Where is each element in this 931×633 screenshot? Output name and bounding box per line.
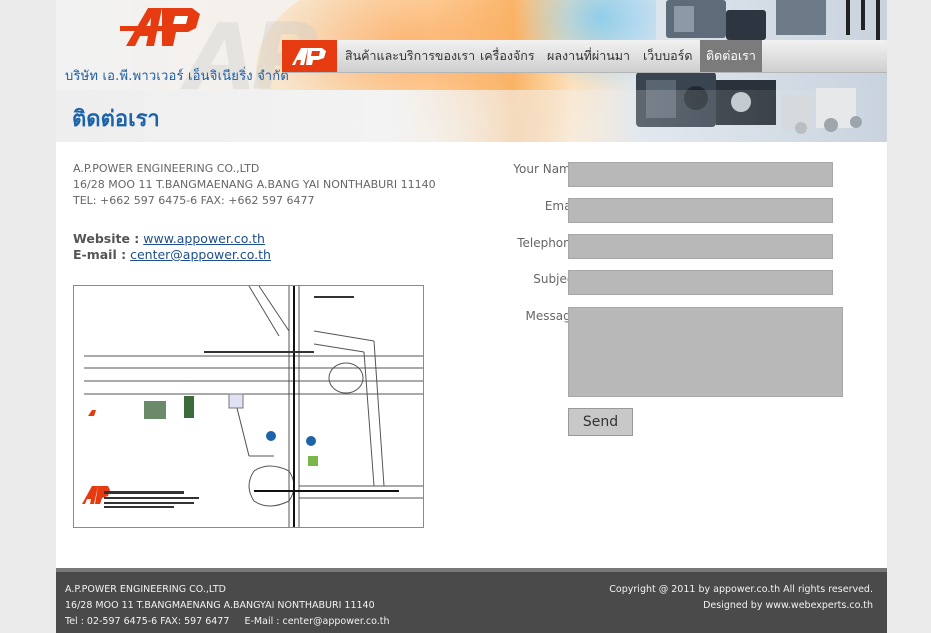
website-label: Website : bbox=[73, 231, 140, 246]
location-map bbox=[73, 285, 424, 528]
company-name-thai: บริษัท เอ.พี.พาวเวอร์ เอ็นจิเนียริ่ง จำก… bbox=[65, 69, 290, 84]
contact-address: 16/28 MOO 11 T.BANGMAENANG A.BANG YAI NO… bbox=[73, 178, 436, 191]
email-input[interactable] bbox=[568, 198, 833, 223]
footer-contact: A.P.POWER ENGINEERING CO.,LTD 16/28 MOO … bbox=[65, 582, 390, 630]
nav-logo[interactable] bbox=[282, 40, 337, 72]
email-link[interactable]: center@appower.co.th bbox=[130, 247, 271, 262]
header-banner: AP บริษัท เอ.พี.พาวเวอร์ เอ็นจิเนียริ่ง … bbox=[56, 0, 887, 142]
email-label: E-mail : bbox=[73, 247, 127, 262]
contact-tel: TEL: +662 597 6475-6 FAX: +662 597 6477 bbox=[73, 194, 315, 207]
nav-machinery[interactable]: เครื่องจักร bbox=[480, 40, 535, 72]
contact-company: A.P.POWER ENGINEERING CO.,LTD bbox=[73, 162, 260, 175]
nav-past-works[interactable]: ผลงานที่ผ่านมา bbox=[547, 40, 630, 72]
footer-designed-by[interactable]: Designed by www.webexperts.co.th bbox=[609, 598, 873, 614]
page: AP บริษัท เอ.พี.พาวเวอร์ เอ็นจิเนียริ่ง … bbox=[56, 0, 887, 633]
title-band bbox=[56, 90, 887, 142]
main-nav: สินค้าและบริการของเรา เครื่องจักร ผลงานท… bbox=[282, 40, 887, 73]
footer-phone-email: Tel : 02-597 6475-6 FAX: 597 6477 E-Mail… bbox=[65, 616, 390, 627]
telephone-input[interactable] bbox=[568, 234, 833, 259]
footer-company: A.P.POWER ENGINEERING CO.,LTD bbox=[65, 584, 226, 595]
contact-info: A.P.POWER ENGINEERING CO.,LTD 16/28 MOO … bbox=[73, 161, 436, 209]
message-textarea[interactable] bbox=[568, 307, 843, 397]
send-button[interactable]: Send bbox=[568, 408, 633, 436]
footer-address: 16/28 MOO 11 T.BANGMAENANG A.BANGYAI NON… bbox=[65, 600, 375, 611]
footer: A.P.POWER ENGINEERING CO.,LTD 16/28 MOO … bbox=[56, 568, 887, 633]
nav-webboard[interactable]: เว็บบอร์ด bbox=[643, 40, 693, 72]
website-link[interactable]: www.appower.co.th bbox=[143, 231, 265, 246]
nav-contact-us[interactable]: ติดต่อเรา bbox=[700, 40, 762, 72]
nav-products-services[interactable]: สินค้าและบริการของเรา bbox=[345, 40, 475, 72]
your-name-input[interactable] bbox=[568, 162, 833, 187]
footer-copyright: Copyright @ 2011 by appower.co.th All ri… bbox=[609, 584, 873, 595]
page-title: ติดต่อเรา bbox=[72, 107, 160, 132]
contact-links: Website : www.appower.co.th E-mail : cen… bbox=[73, 231, 271, 263]
company-logo[interactable] bbox=[118, 2, 218, 52]
subject-input[interactable] bbox=[568, 270, 833, 295]
footer-credits: Copyright @ 2011 by appower.co.th All ri… bbox=[609, 582, 873, 614]
